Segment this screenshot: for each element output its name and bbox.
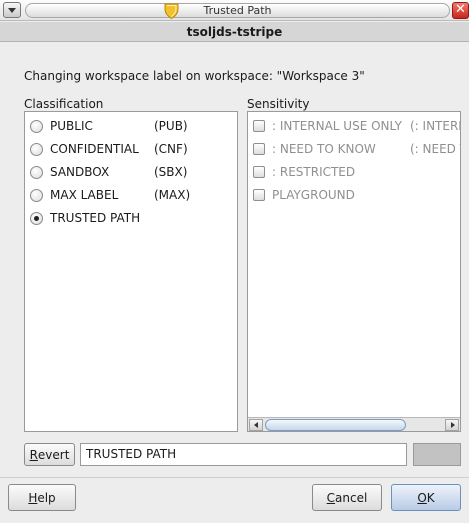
classification-abbr: (CNF) bbox=[154, 142, 188, 156]
scroll-right-arrow-icon[interactable] bbox=[445, 419, 459, 431]
revert-mnemonic: R bbox=[29, 447, 38, 462]
classification-header: Classification bbox=[24, 97, 104, 111]
cancel-label: ancel bbox=[335, 490, 368, 505]
radio-selected-icon[interactable] bbox=[30, 211, 43, 225]
classification-abbr: (SBX) bbox=[154, 165, 188, 179]
radio-icon[interactable] bbox=[30, 165, 43, 179]
revert-label: evert bbox=[37, 447, 70, 462]
classification-abbr: (PUB) bbox=[154, 119, 188, 133]
close-icon[interactable]: ✕ bbox=[452, 2, 469, 19]
workspace-status: Changing workspace label on workspace: "… bbox=[24, 69, 365, 83]
ok-button[interactable]: OK bbox=[391, 484, 461, 511]
sensitivity-abbr: (: NEED TO bbox=[410, 142, 460, 156]
checkbox-icon[interactable] bbox=[253, 120, 265, 132]
classification-item-sandbox[interactable]: SANDBOX (SBX) bbox=[30, 162, 187, 182]
help-label: elp bbox=[37, 490, 56, 505]
scroll-thumb[interactable] bbox=[265, 419, 406, 431]
classification-item-trusted-path[interactable]: TRUSTED PATH bbox=[30, 208, 154, 228]
window-title: Trusted Path bbox=[203, 4, 272, 17]
window-menu-icon[interactable] bbox=[3, 2, 21, 18]
sensitivity-name: : NEED TO KNOW bbox=[272, 142, 376, 156]
sensitivity-name: : RESTRICTED bbox=[272, 165, 356, 179]
sensitivity-item-internal-use-only[interactable]: : INTERNAL USE ONLY (: INTERNA bbox=[253, 116, 460, 136]
ok-mnemonic: O bbox=[417, 490, 427, 505]
classification-item-max-label[interactable]: MAX LABEL (MAX) bbox=[30, 185, 190, 205]
separator bbox=[0, 477, 469, 478]
sensitivity-header: Sensitivity bbox=[247, 97, 310, 111]
host-band: tsoljds-tstripe bbox=[0, 22, 469, 42]
ok-label: K bbox=[426, 490, 435, 505]
checkbox-icon[interactable] bbox=[253, 189, 265, 201]
horizontal-scrollbar[interactable] bbox=[248, 417, 460, 431]
classification-name: PUBLIC bbox=[50, 119, 93, 133]
sensitivity-abbr: (: INTERNA bbox=[410, 119, 460, 133]
sensitivity-list: : INTERNAL USE ONLY (: INTERNA : NEED TO… bbox=[247, 111, 461, 432]
radio-icon[interactable] bbox=[30, 188, 43, 202]
sensitivity-name: PLAYGROUND bbox=[272, 188, 355, 202]
classification-name: CONFIDENTIAL bbox=[50, 142, 139, 156]
sensitivity-item-playground[interactable]: PLAYGROUND bbox=[253, 185, 355, 205]
radio-icon[interactable] bbox=[30, 119, 43, 133]
title-bar: Trusted Path ✕ bbox=[0, 0, 469, 21]
classification-abbr: (MAX) bbox=[154, 188, 191, 202]
shield-icon bbox=[164, 3, 179, 19]
cancel-button[interactable]: Cancel bbox=[312, 484, 382, 511]
sensitivity-item-need-to-know[interactable]: : NEED TO KNOW (: NEED TO bbox=[253, 139, 460, 159]
help-button[interactable]: Help bbox=[8, 484, 76, 511]
scroll-left-arrow-icon[interactable] bbox=[249, 419, 263, 431]
sensitivity-name: : INTERNAL USE ONLY bbox=[272, 119, 402, 133]
classification-name: TRUSTED PATH bbox=[50, 211, 141, 225]
classification-item-confidential[interactable]: CONFIDENTIAL (CNF) bbox=[30, 139, 188, 159]
help-mnemonic: H bbox=[28, 490, 38, 505]
cancel-mnemonic: C bbox=[326, 490, 336, 505]
checkbox-icon[interactable] bbox=[253, 143, 265, 155]
label-color-swatch bbox=[413, 443, 461, 466]
classification-name: SANDBOX bbox=[50, 165, 110, 179]
radio-icon[interactable] bbox=[30, 142, 43, 156]
label-field[interactable]: TRUSTED PATH bbox=[80, 443, 407, 466]
classification-name: MAX LABEL bbox=[50, 188, 119, 202]
sensitivity-item-restricted[interactable]: : RESTRICTED bbox=[253, 162, 355, 182]
revert-button[interactable]: Revert bbox=[24, 443, 75, 466]
checkbox-icon[interactable] bbox=[253, 166, 265, 178]
classification-item-public[interactable]: PUBLIC (PUB) bbox=[30, 116, 188, 136]
classification-list: PUBLIC (PUB) CONFIDENTIAL (CNF) SANDBOX … bbox=[24, 111, 238, 432]
title-track[interactable]: Trusted Path bbox=[25, 3, 450, 19]
